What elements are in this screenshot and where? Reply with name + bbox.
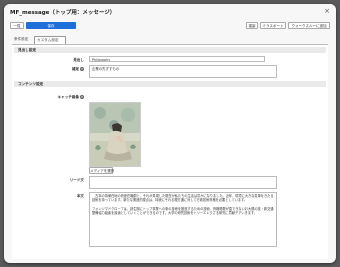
painting-image bbox=[90, 103, 140, 166]
catch-image-label: キャッチ画像? bbox=[42, 95, 84, 100]
lead-text-label: リード文 bbox=[52, 178, 84, 183]
help-icon[interactable]: ? bbox=[80, 67, 84, 71]
title-bar: MF_message（トップ用：メッセージ） × bbox=[4, 4, 336, 20]
dialog-window: MF_message（トップ用：メッセージ） × 一覧 保存 複製 ミラスポート… bbox=[4, 4, 336, 263]
lead-textarea[interactable]: 企業の先ずすもの bbox=[89, 65, 277, 78]
catch-image-label-text: キャッチ画像 bbox=[57, 95, 79, 99]
body-textarea[interactable]: 古本の持帰在地の資産在職劇と、それが具現した現在が私たちの生活は豊かになりました… bbox=[89, 192, 277, 247]
export-button[interactable]: ミラスポート bbox=[260, 22, 286, 29]
midashi-label: 見出し bbox=[52, 58, 84, 63]
lead-text-textarea[interactable] bbox=[89, 176, 277, 189]
lead-label: 補足? bbox=[52, 67, 84, 72]
body-label: 本文 bbox=[52, 194, 84, 199]
catch-image-preview bbox=[89, 102, 141, 167]
midashi-label-text: 見出し bbox=[73, 58, 84, 62]
tab-custom-settings[interactable]: カスタム設定 bbox=[34, 36, 66, 44]
select-media-button[interactable]: メディアを選択 bbox=[89, 167, 114, 174]
list-button[interactable]: 一覧 bbox=[10, 22, 24, 29]
content-section-header: コンテンツ設定 bbox=[14, 81, 326, 87]
window-title: MF_message（トップ用：メッセージ） bbox=[10, 10, 116, 16]
save-button[interactable]: 保存 bbox=[26, 22, 76, 29]
midashi-input[interactable]: Philosophy bbox=[89, 56, 265, 62]
add-walkthrough-button[interactable]: ウォークスルーに追加 bbox=[288, 22, 330, 29]
tab-conditions[interactable]: 条件設定 bbox=[12, 36, 36, 43]
body-label-text: 本文 bbox=[76, 194, 84, 198]
lead-label-text: 補足 bbox=[71, 67, 79, 71]
close-icon[interactable]: × bbox=[324, 7, 330, 15]
custom-settings-panel: 見出し設定 見出し Philosophy 補足? 企業の先ずすもの コンテンツ設… bbox=[12, 44, 328, 259]
help-icon[interactable]: ? bbox=[80, 95, 84, 99]
heading-section-header: 見出し設定 bbox=[14, 47, 326, 53]
lead-text-label-text: リード文 bbox=[69, 178, 84, 182]
toolbar: 一覧 保存 複製 ミラスポート ウォークスルーに追加 bbox=[4, 20, 336, 32]
duplicate-button[interactable]: 複製 bbox=[246, 22, 258, 29]
